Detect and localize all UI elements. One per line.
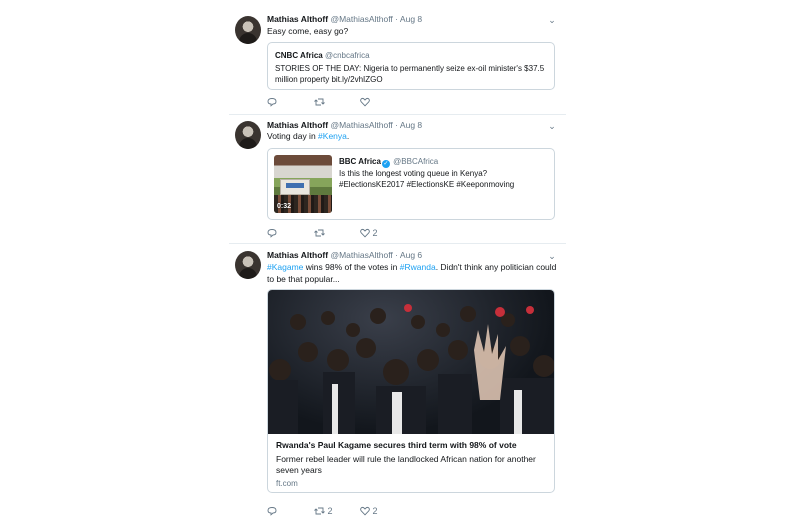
reply-button[interactable] bbox=[267, 96, 277, 108]
retweet-button[interactable]: 2 bbox=[314, 505, 333, 517]
author-name[interactable]: Mathias Althoff bbox=[267, 14, 328, 24]
quoted-tweet[interactable]: 0:32 BBC Africa ✓ @BBCAfrica Is this the … bbox=[267, 148, 555, 220]
tweet-text: Easy come, easy go? bbox=[267, 26, 349, 36]
card-photo bbox=[268, 290, 554, 434]
thumbnail-sign bbox=[286, 183, 304, 188]
crowd-photo bbox=[268, 304, 554, 434]
quote-text-line: #ElectionsKE2017 #ElectionsKE #Keeponmov… bbox=[339, 180, 515, 189]
author-name[interactable]: Mathias Althoff bbox=[267, 250, 328, 260]
tweet-text: Voting day in #Kenya. bbox=[267, 130, 557, 142]
tweet[interactable]: Mathias Althoff @MathiasAlthoff · Aug 6 … bbox=[229, 244, 566, 527]
like-icon bbox=[360, 228, 370, 238]
quote-author-name: CNBC Africa bbox=[275, 51, 323, 60]
tweet-text-part: Voting day in bbox=[267, 131, 319, 141]
separator-dot: · bbox=[395, 120, 399, 130]
like-button[interactable]: 2 bbox=[360, 505, 378, 517]
author-handle[interactable]: @MathiasAlthoff bbox=[330, 14, 392, 24]
quoted-tweet[interactable]: CNBC Africa @cnbcafrica STORIES OF THE D… bbox=[267, 42, 555, 90]
chevron-down-icon[interactable]: ⌄ bbox=[547, 15, 557, 25]
quote-header: BBC Africa ✓ @BBCAfrica bbox=[339, 156, 438, 168]
author-handle[interactable]: @MathiasAlthoff bbox=[330, 250, 392, 260]
link-card[interactable]: Rwanda's Paul Kagame secures third term … bbox=[267, 289, 555, 493]
tweet-header: Mathias Althoff @MathiasAlthoff · Aug 6 bbox=[267, 249, 422, 261]
like-button[interactable] bbox=[360, 96, 370, 108]
author-handle[interactable]: @MathiasAlthoff bbox=[330, 120, 392, 130]
quote-author-name: BBC Africa bbox=[339, 157, 381, 166]
tweet-text-part: wins 98% of the votes in bbox=[303, 262, 400, 272]
tweet-date[interactable]: Aug 8 bbox=[400, 14, 422, 24]
hashtag-link[interactable]: #Kagame bbox=[267, 262, 303, 272]
like-icon bbox=[360, 506, 370, 516]
reply-button[interactable] bbox=[267, 227, 277, 239]
retweet-count: 2 bbox=[327, 506, 333, 516]
card-title: Rwanda's Paul Kagame secures third term … bbox=[276, 440, 517, 450]
retweet-icon bbox=[314, 98, 325, 106]
like-count: 2 bbox=[372, 506, 378, 516]
chevron-down-icon[interactable]: ⌄ bbox=[547, 251, 557, 261]
verified-icon: ✓ bbox=[381, 160, 390, 168]
quote-text-line: STORIES OF THE DAY: Nigeria to permanent… bbox=[275, 64, 545, 73]
quote-author-handle: @BBCAfrica bbox=[393, 157, 439, 166]
like-icon bbox=[360, 97, 370, 107]
quote-header: CNBC Africa @cnbcafrica bbox=[275, 50, 370, 61]
quote-author-handle: @cnbcafrica bbox=[324, 51, 370, 60]
quote-text-line: Is this the longest voting queue in Keny… bbox=[339, 169, 488, 178]
retweet-button[interactable] bbox=[314, 96, 325, 108]
tweet-date[interactable]: Aug 8 bbox=[400, 120, 422, 130]
reply-button[interactable] bbox=[267, 505, 277, 517]
retweet-button[interactable] bbox=[314, 227, 325, 239]
like-button[interactable]: 2 bbox=[360, 227, 378, 239]
tweet-text-part: . Didn't think any politician could bbox=[435, 262, 557, 272]
tweet[interactable]: Mathias Althoff @MathiasAlthoff · Aug 8 … bbox=[229, 8, 566, 112]
tweet-date[interactable]: Aug 6 bbox=[400, 250, 422, 260]
quote-text-line: million property bit.ly/2vhIZGO bbox=[275, 75, 383, 84]
retweet-icon bbox=[314, 229, 325, 237]
card-domain: ft.com bbox=[276, 479, 298, 488]
reply-icon bbox=[267, 98, 277, 107]
separator-dot: · bbox=[395, 14, 399, 24]
tweet[interactable]: Mathias Althoff @MathiasAlthoff · Aug 8 … bbox=[229, 115, 566, 241]
reply-icon bbox=[267, 507, 277, 516]
like-count: 2 bbox=[372, 228, 378, 238]
author-name[interactable]: Mathias Althoff bbox=[267, 120, 328, 130]
avatar[interactable] bbox=[235, 16, 261, 44]
separator-dot: · bbox=[395, 250, 399, 260]
reply-icon bbox=[267, 229, 277, 238]
avatar[interactable] bbox=[235, 251, 261, 279]
hashtag-link[interactable]: #Kenya bbox=[318, 131, 347, 141]
video-thumbnail[interactable]: 0:32 bbox=[274, 155, 332, 213]
tweet-header: Mathias Althoff @MathiasAlthoff · Aug 8 bbox=[267, 13, 422, 25]
hashtag-link[interactable]: #Rwanda bbox=[400, 262, 436, 272]
avatar[interactable] bbox=[235, 121, 261, 149]
card-description: Former rebel leader will rule the landlo… bbox=[276, 454, 536, 475]
tweet-text-part: . bbox=[346, 131, 350, 141]
timeline: Mathias Althoff @MathiasAlthoff · Aug 8 … bbox=[229, 0, 566, 527]
tweet-text-line: to be that popular... bbox=[267, 274, 340, 284]
retweet-icon bbox=[314, 507, 325, 515]
video-duration: 0:32 bbox=[277, 203, 292, 210]
tweet-text: #Kagame wins 98% of the votes in #Rwanda… bbox=[267, 261, 557, 273]
